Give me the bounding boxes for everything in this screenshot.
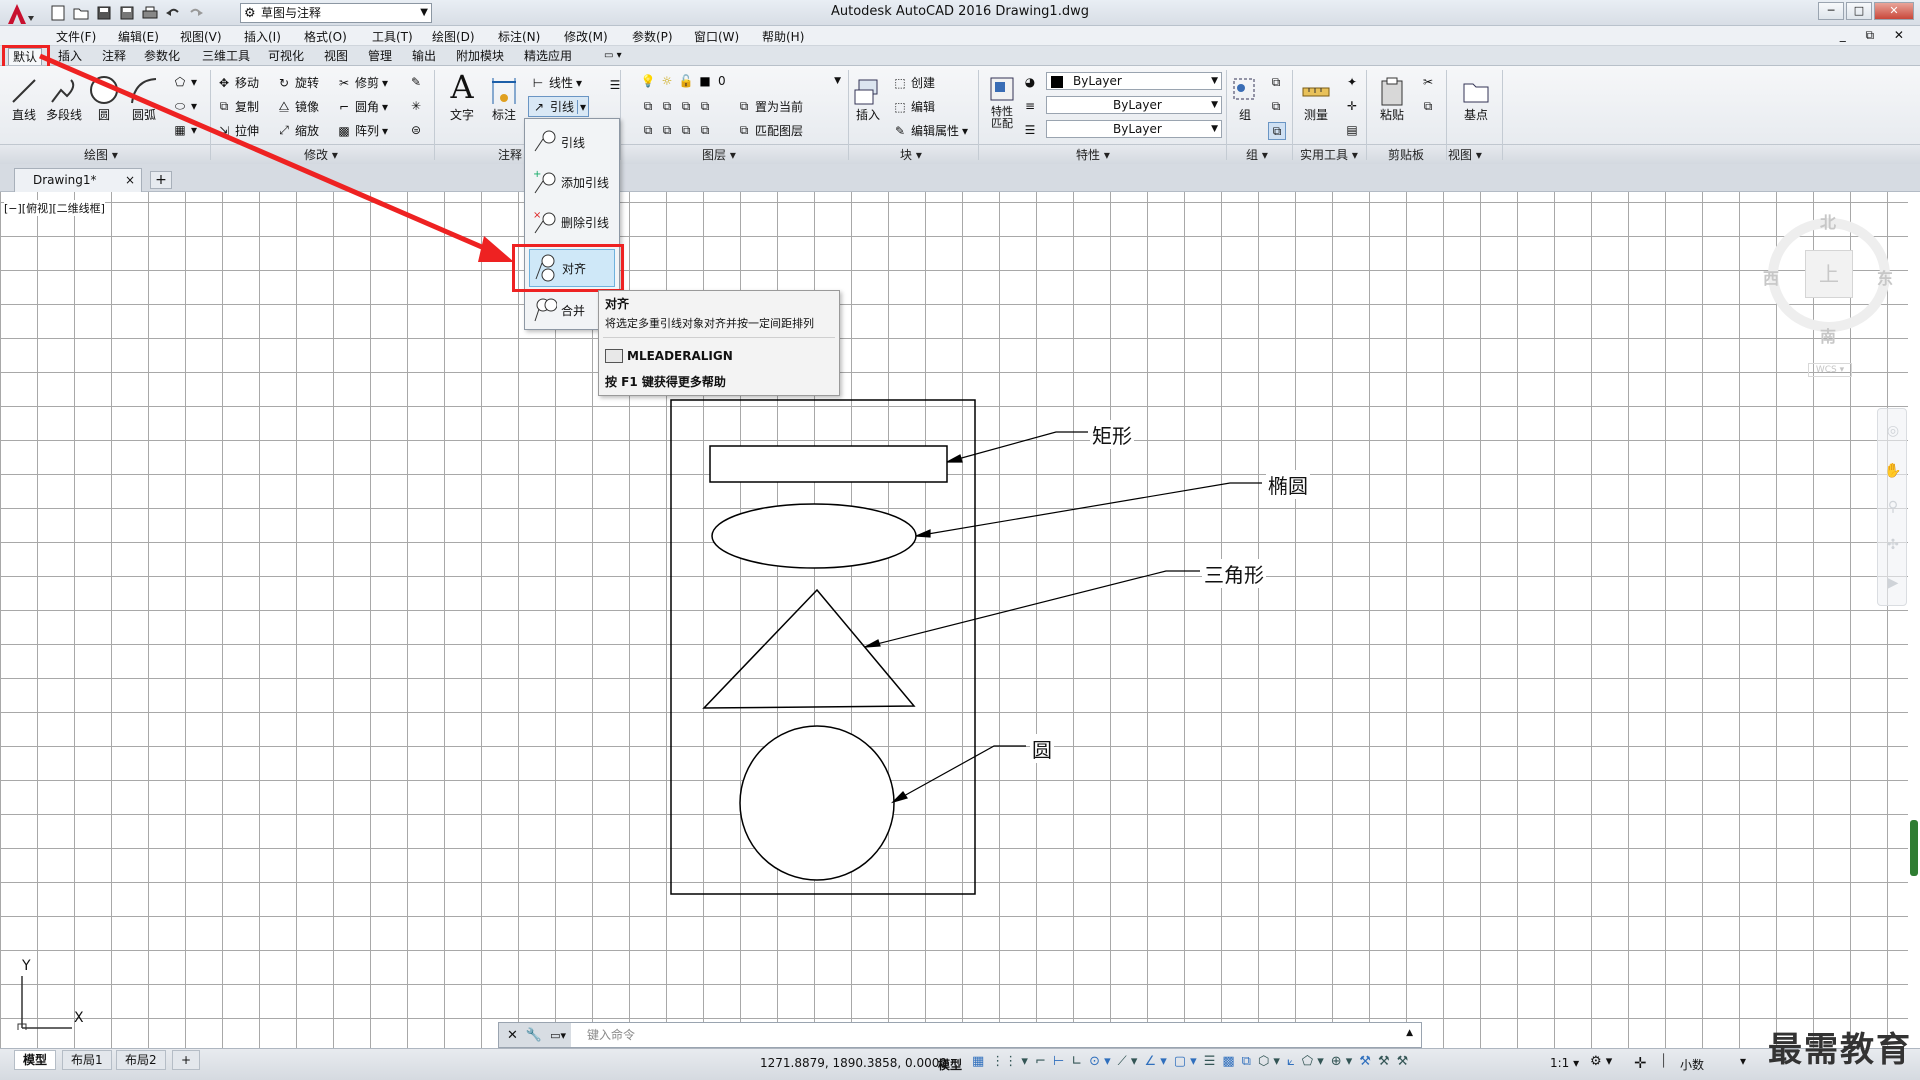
isodraft-icon[interactable]: ⟋ ▾ bbox=[1118, 1054, 1138, 1069]
highlight-box-align bbox=[512, 244, 624, 292]
compass-north[interactable]: 北 bbox=[1820, 209, 1836, 233]
transparency-toggle-icon[interactable]: ▩ bbox=[1222, 1054, 1234, 1069]
ucs-x-label: X bbox=[74, 1010, 84, 1026]
menu-item-leader[interactable]: 引线 bbox=[529, 123, 615, 161]
drafting-aids-icons: ▦ ⋮⋮ ▾ ⌐ ⊢ ∟ ⊙ ▾ ⟋ ▾ ∠ ▾ ▢ ▾ ☰ ▩ ⧉ ⬡ ▾ ⟀… bbox=[972, 1054, 1408, 1069]
annotation-scale-icon[interactable]: ⚒ bbox=[1397, 1054, 1409, 1069]
scrollbar-thumb[interactable] bbox=[1910, 820, 1918, 876]
pan-icon[interactable]: ✋ bbox=[1884, 463, 1902, 481]
annotation-scale[interactable]: 1:1 ▾ bbox=[1550, 1056, 1579, 1070]
annotation-monitor-icon[interactable]: ✛ bbox=[1634, 1054, 1647, 1072]
3d-snap-icon[interactable]: ⬡ ▾ bbox=[1258, 1054, 1280, 1069]
cmd-history-icon[interactable]: ▲ bbox=[1406, 1028, 1413, 1038]
drawing-geometry bbox=[39, 53, 1262, 895]
drawn-triangle[interactable] bbox=[702, 588, 916, 709]
polar-icon[interactable]: ⊙ ▾ bbox=[1089, 1054, 1111, 1069]
command-input[interactable]: 键入命令 bbox=[587, 1026, 635, 1043]
svg-text:×: × bbox=[533, 210, 541, 221]
leader-rectangle[interactable] bbox=[946, 431, 1088, 463]
selection-cycling-icon[interactable]: ⧉ bbox=[1242, 1054, 1251, 1069]
ucs-y-label: Y bbox=[22, 958, 31, 974]
vertical-scrollbar[interactable] bbox=[1908, 192, 1920, 1048]
tooltip-title: 对齐 bbox=[605, 297, 630, 311]
tooltip-description: 将选定多重引线对象对齐并按一定间距排列 bbox=[605, 317, 814, 330]
units-separator: ⏐ bbox=[1660, 1054, 1668, 1069]
selection-filter-icon[interactable]: ⬠ ▾ bbox=[1302, 1054, 1324, 1069]
label-ellipse[interactable]: 椭圆 bbox=[1266, 470, 1310, 499]
workspace-switch-icon[interactable]: ⚙ ▾ bbox=[1590, 1054, 1612, 1069]
menu-item-add-leader[interactable]: + 添加引线 bbox=[529, 163, 615, 201]
infer-icon[interactable]: ⌐ bbox=[1035, 1054, 1046, 1069]
zoom-icon[interactable]: ⚲ bbox=[1884, 499, 1902, 517]
add-leader-icon: + bbox=[533, 169, 556, 194]
menu-item-remove-leader[interactable]: × 删除引线 bbox=[529, 203, 615, 241]
grid-icon[interactable]: ▦ bbox=[972, 1054, 984, 1069]
wrench-icon[interactable]: 🔧 bbox=[526, 1028, 542, 1043]
object-snap-tracking-icon[interactable]: ∠ ▾ bbox=[1144, 1054, 1166, 1069]
viewcube-face-top[interactable]: 上 bbox=[1805, 250, 1853, 298]
tooltip-help-hint: 按 F1 键获得更多帮助 bbox=[605, 375, 726, 389]
gizmo-icon[interactable]: ⊕ ▾ bbox=[1331, 1054, 1353, 1069]
leader-ellipse[interactable] bbox=[915, 482, 1262, 538]
cursor-coordinates[interactable]: 1271.8879, 1890.3858, 0.0000 bbox=[760, 1056, 947, 1070]
drawn-rectangle[interactable] bbox=[709, 445, 948, 483]
dynamic-input-icon[interactable]: ⊢ bbox=[1053, 1054, 1064, 1069]
compass-south[interactable]: 南 bbox=[1820, 323, 1836, 347]
snap-icon[interactable]: ⋮⋮ ▾ bbox=[991, 1054, 1028, 1069]
close-cmdline-icon[interactable]: ✕ bbox=[507, 1028, 518, 1043]
svg-text:+: + bbox=[533, 169, 541, 180]
label-rectangle[interactable]: 矩形 bbox=[1090, 420, 1134, 449]
add-layout-button[interactable]: + bbox=[172, 1050, 201, 1070]
ortho-icon[interactable]: ∟ bbox=[1071, 1054, 1082, 1069]
tooltip-divider bbox=[603, 337, 835, 338]
orbit-icon[interactable]: ✣ bbox=[1884, 537, 1902, 555]
leader-icon bbox=[534, 130, 556, 152]
viewcube[interactable]: 北 西 东 南 上 WCS ▾ bbox=[1755, 205, 1905, 385]
drawn-circle[interactable] bbox=[739, 725, 895, 881]
steering-wheel-icon[interactable]: ◎ bbox=[1884, 423, 1902, 441]
command-tooltip: 对齐 将选定多重引线对象对齐并按一定间距排列 MLEADERALIGN 按 F1… bbox=[598, 290, 840, 396]
cmd-prompt-icon[interactable]: ▭▾ bbox=[550, 1029, 566, 1042]
leader-triangle[interactable] bbox=[864, 570, 1200, 648]
units-dropdown-icon[interactable]: ▾ bbox=[1740, 1054, 1746, 1068]
leader-circle[interactable] bbox=[890, 745, 1026, 804]
label-triangle[interactable]: 三角形 bbox=[1202, 559, 1266, 588]
showmotion-icon[interactable]: ▶ bbox=[1884, 575, 1902, 593]
command-line-buttons: ✕ 🔧 ▭▾ bbox=[499, 1023, 571, 1047]
red-tutorial-arrow bbox=[39, 53, 514, 262]
drawn-ellipse[interactable] bbox=[711, 503, 917, 569]
label-circle[interactable]: 圆 bbox=[1030, 734, 1054, 763]
wcs-menu[interactable]: WCS ▾ bbox=[1808, 363, 1852, 377]
lineweight-toggle-icon[interactable]: ☰ bbox=[1204, 1054, 1216, 1069]
auto-scale-icon[interactable]: ⚒ bbox=[1378, 1054, 1390, 1069]
navigation-bar: ◎ ✋ ⚲ ✣ ▶ bbox=[1877, 408, 1907, 606]
dynamic-ucs-icon[interactable]: ⟀ bbox=[1287, 1054, 1295, 1069]
tooltip-command-name: MLEADERALIGN bbox=[627, 349, 733, 363]
object-snap-icon[interactable]: ▢ ▾ bbox=[1174, 1054, 1197, 1069]
layout-tab-layout2[interactable]: 布局2 bbox=[116, 1050, 166, 1070]
annotation-visibility-icon[interactable]: ⚒ bbox=[1359, 1054, 1371, 1069]
watermark-logo: 最需教育 bbox=[1768, 1030, 1912, 1070]
command-line: ✕ 🔧 ▭▾ 键入命令 ▲ bbox=[498, 1022, 1422, 1048]
remove-leader-icon: × bbox=[533, 210, 556, 234]
layout-tab-layout1[interactable]: 布局1 bbox=[62, 1050, 112, 1070]
model-space-toggle[interactable]: 模型 bbox=[938, 1056, 962, 1073]
compass-west[interactable]: 西 bbox=[1763, 265, 1779, 289]
units-display[interactable]: 小数 bbox=[1680, 1056, 1704, 1073]
ucs-icon: Y X bbox=[14, 958, 84, 1033]
collect-leader-icon bbox=[534, 298, 557, 322]
command-line-icon bbox=[605, 349, 623, 363]
layout-tab-model[interactable]: 模型 bbox=[14, 1050, 57, 1070]
compass-east[interactable]: 东 bbox=[1877, 265, 1893, 289]
